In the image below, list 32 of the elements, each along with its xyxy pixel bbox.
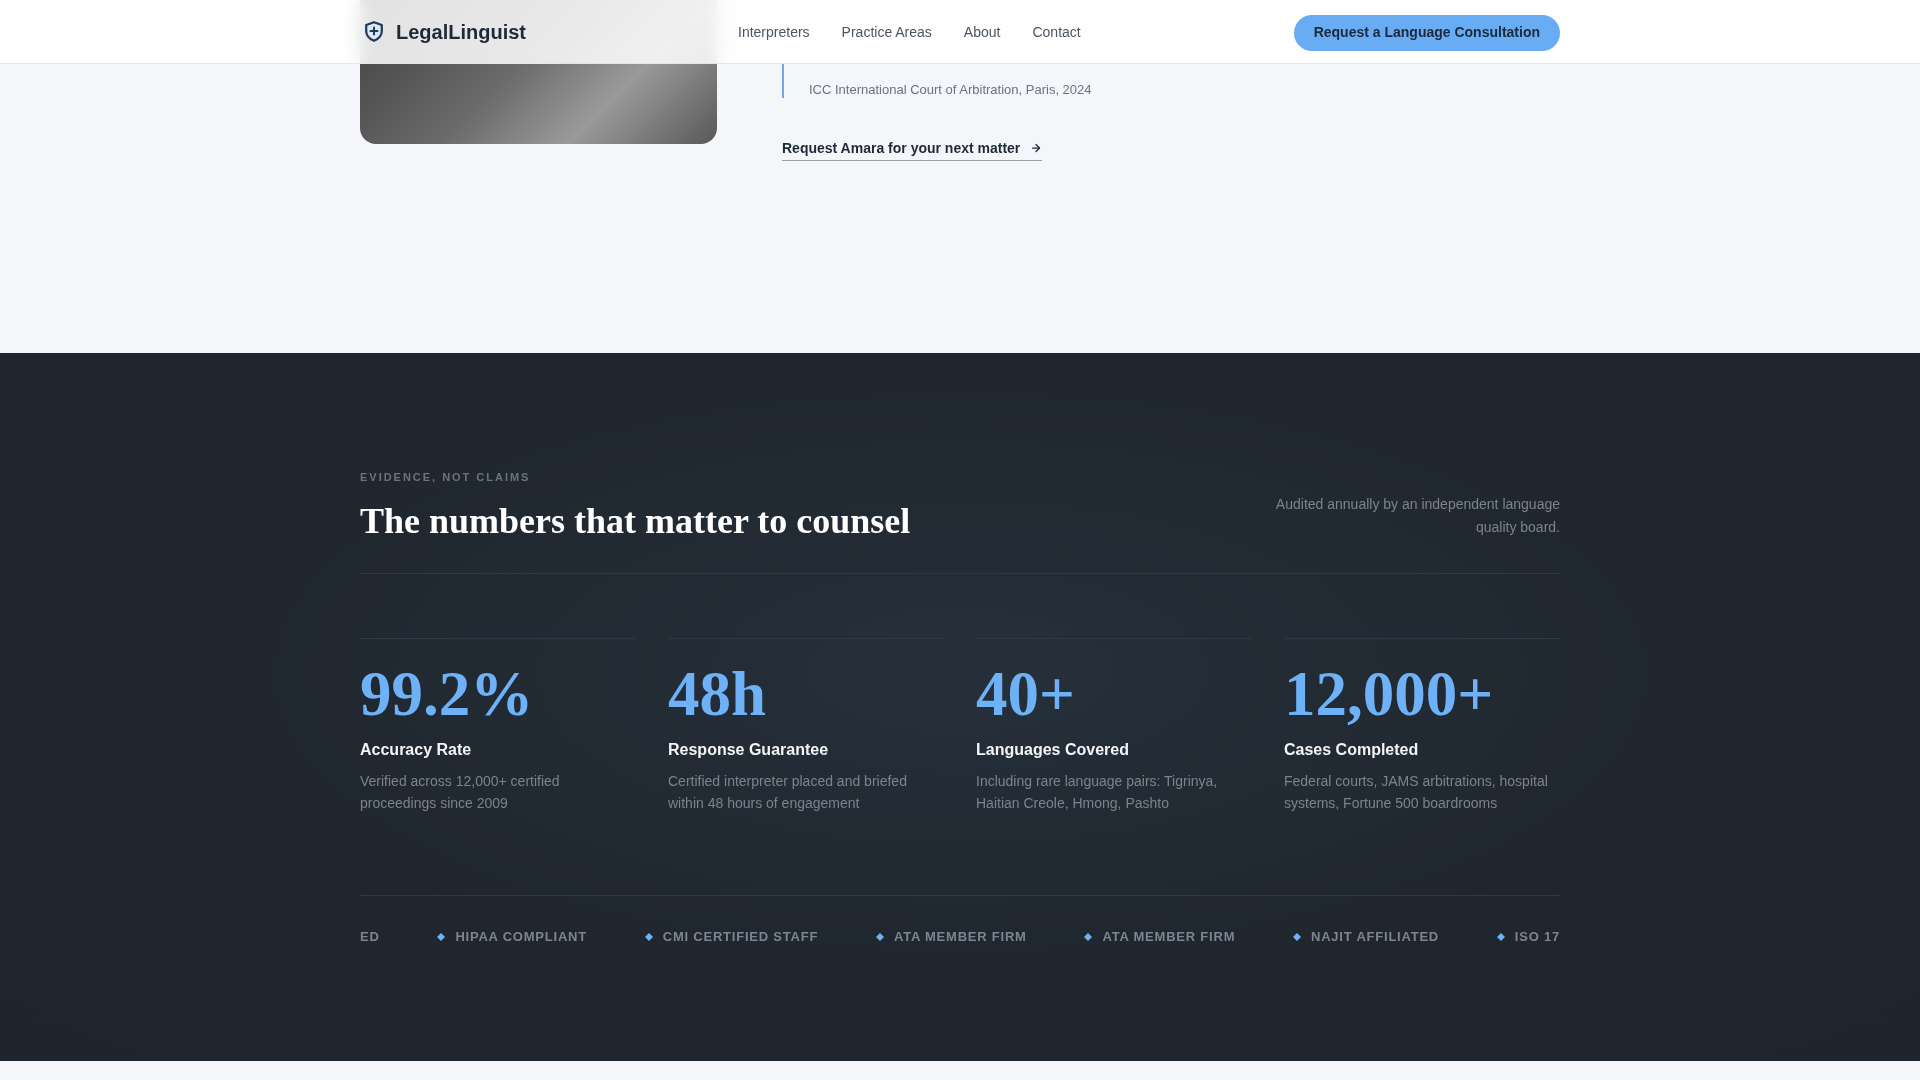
certification-label: ISO 17 [1514,928,1560,946]
consultation-button[interactable]: Request a Language Consultation [1293,14,1560,51]
stat-description: Federal courts, JAMS arbitrations, hospital systems, Fortune 500 boardrooms [1284,772,1549,813]
stat-label: Response Guarantee [668,740,830,760]
certification-label: HIPAA COMPLIANT [455,928,587,946]
stat-label: Languages Covered [976,740,1130,760]
audit-note: Audited annually by an independent language quality board. [1274,495,1560,537]
nav-link[interactable]: Interpreters [738,21,810,42]
section-eyebrow: EVIDENCE, NOT CLAIMS [360,470,531,485]
certification-label: ATA MEMBER FIRM [1102,928,1236,946]
certification-label: ATA MEMBER FIRM [893,928,1027,946]
stat-label: Cases Completed [1284,740,1420,760]
nav-link[interactable]: Practice Areas [841,21,932,42]
certification-label: CMI CERTIFIED STAFF [662,928,819,946]
stat-value: 48h [668,663,768,726]
certification-label: ED [360,928,380,946]
brand-name: LegalLinguist [396,19,526,44]
stat-description: Including rare language pairs: Tigrinya, Haitian Creole, Hmong, Pashto [976,772,1219,813]
stat-label: Accuracy Rate [360,740,473,760]
nav-link[interactable]: About [963,21,1001,42]
stat-description: Certified interpreter placed and briefed within 48 hours of engagement [668,772,908,813]
nav-link[interactable]: Contact [1032,21,1081,42]
arrow-right-icon [1030,142,1043,154]
request-interpreter-link[interactable]: Request Amara for your next matter [782,138,1043,161]
quote-source: ICC International Court of Arbitration, Paris, 2024 [809,82,1092,98]
stat-value: 40+ [976,663,1076,726]
section-title: The numbers that matter to counsel [360,500,911,543]
stat-value: 12,000+ [1284,663,1495,726]
stat-value: 99.2% [360,663,535,726]
certification-label: NAJIT AFFILIATED [1311,928,1440,946]
stat-description: Verified across 12,000+ certified proceedings since 2009 [360,772,561,813]
shield-plus-icon [365,21,383,42]
